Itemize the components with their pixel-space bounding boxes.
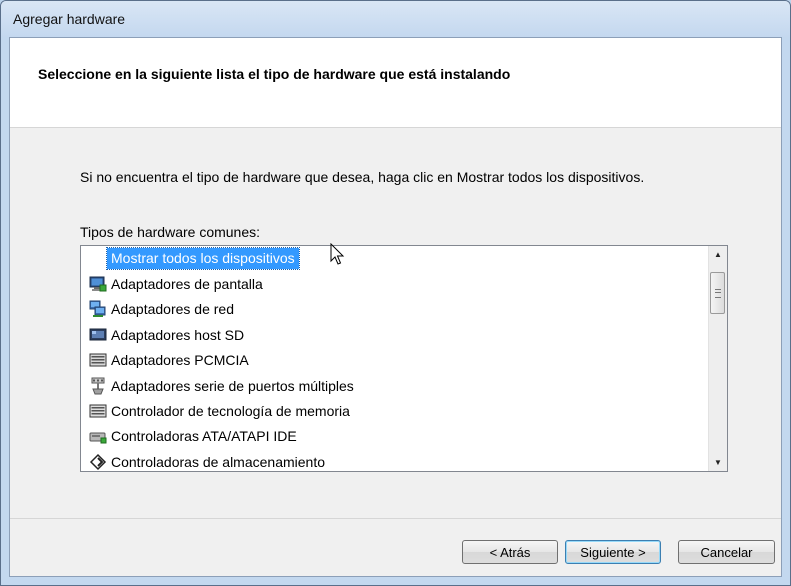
scroll-up-arrow-icon[interactable]: ▲ xyxy=(709,246,727,263)
list-item-pcmcia-adapters[interactable]: Adaptadores PCMCIA xyxy=(81,348,704,373)
multiport-serial-icon xyxy=(89,377,107,395)
list-item-label: Adaptadores serie de puertos múltiples xyxy=(111,377,354,394)
grip-icon xyxy=(715,289,721,298)
sd-host-icon xyxy=(89,326,107,344)
wizard-header-text: Seleccione en la siguiente lista el tipo… xyxy=(38,66,511,82)
wizard-header: Seleccione en la siguiente lista el tipo… xyxy=(10,38,781,128)
title-bar[interactable]: Agregar hardware xyxy=(1,1,790,37)
monitor-icon xyxy=(89,275,107,293)
list-item-storage-controllers[interactable]: Controladoras de almacenamiento xyxy=(81,449,704,471)
list-item-ata-atapi-ide-controllers[interactable]: Controladoras ATA/ATAPI IDE xyxy=(81,424,704,449)
list-item-label: Adaptadores host SD xyxy=(111,326,245,343)
list-item-label: Mostrar todos los dispositivos xyxy=(106,247,300,271)
list-item-show-all-devices[interactable]: Mostrar todos los dispositivos xyxy=(81,246,704,271)
list-item-display-adapters[interactable]: Adaptadores de pantalla xyxy=(81,271,704,296)
hardware-types-label: Tipos de hardware comunes: xyxy=(80,224,261,240)
scroll-down-arrow-icon[interactable]: ▼ xyxy=(709,454,727,471)
wizard-body: Seleccione en la siguiente lista el tipo… xyxy=(9,37,782,577)
list-item-memory-technology-controller[interactable]: Controlador de tecnología de memoria xyxy=(81,398,704,423)
list-item-multiport-serial-adapters[interactable]: Adaptadores serie de puertos múltiples xyxy=(81,373,704,398)
list-item-label: Adaptadores de pantalla xyxy=(111,276,263,293)
footer-divider xyxy=(10,518,781,519)
memory-technology-icon xyxy=(89,402,107,420)
cancel-button[interactable]: Cancelar xyxy=(678,540,775,564)
storage-controller-icon xyxy=(89,453,107,471)
pcmcia-icon xyxy=(89,351,107,369)
list-item-label: Adaptadores PCMCIA xyxy=(111,352,249,369)
list-item-sd-host-adapters[interactable]: Adaptadores host SD xyxy=(81,322,704,347)
list-item-label: Controlador de tecnología de memoria xyxy=(111,403,350,420)
window-title: Agregar hardware xyxy=(13,11,126,27)
vertical-scrollbar[interactable]: ▲ ▼ xyxy=(708,246,727,471)
scrollbar-thumb[interactable] xyxy=(710,272,725,314)
mouse-pointer-icon xyxy=(330,243,345,265)
hardware-types-listbox[interactable]: Mostrar todos los dispositivos Adaptador… xyxy=(80,245,728,472)
instruction-text: Si no encuentra el tipo de hardware que … xyxy=(80,169,645,185)
list-item-label: Controladoras de almacenamiento xyxy=(111,453,326,470)
list-item-label: Adaptadores de red xyxy=(111,301,234,318)
next-button[interactable]: Siguiente > xyxy=(565,540,661,564)
list-item-label: Controladoras ATA/ATAPI IDE xyxy=(111,428,297,445)
list-item-network-adapters[interactable]: Adaptadores de red xyxy=(81,297,704,322)
back-button[interactable]: < Atrás xyxy=(462,540,558,564)
network-icon xyxy=(89,300,107,318)
add-hardware-window: Agregar hardware Seleccione en la siguie… xyxy=(0,0,791,586)
ide-controller-icon xyxy=(89,427,107,445)
